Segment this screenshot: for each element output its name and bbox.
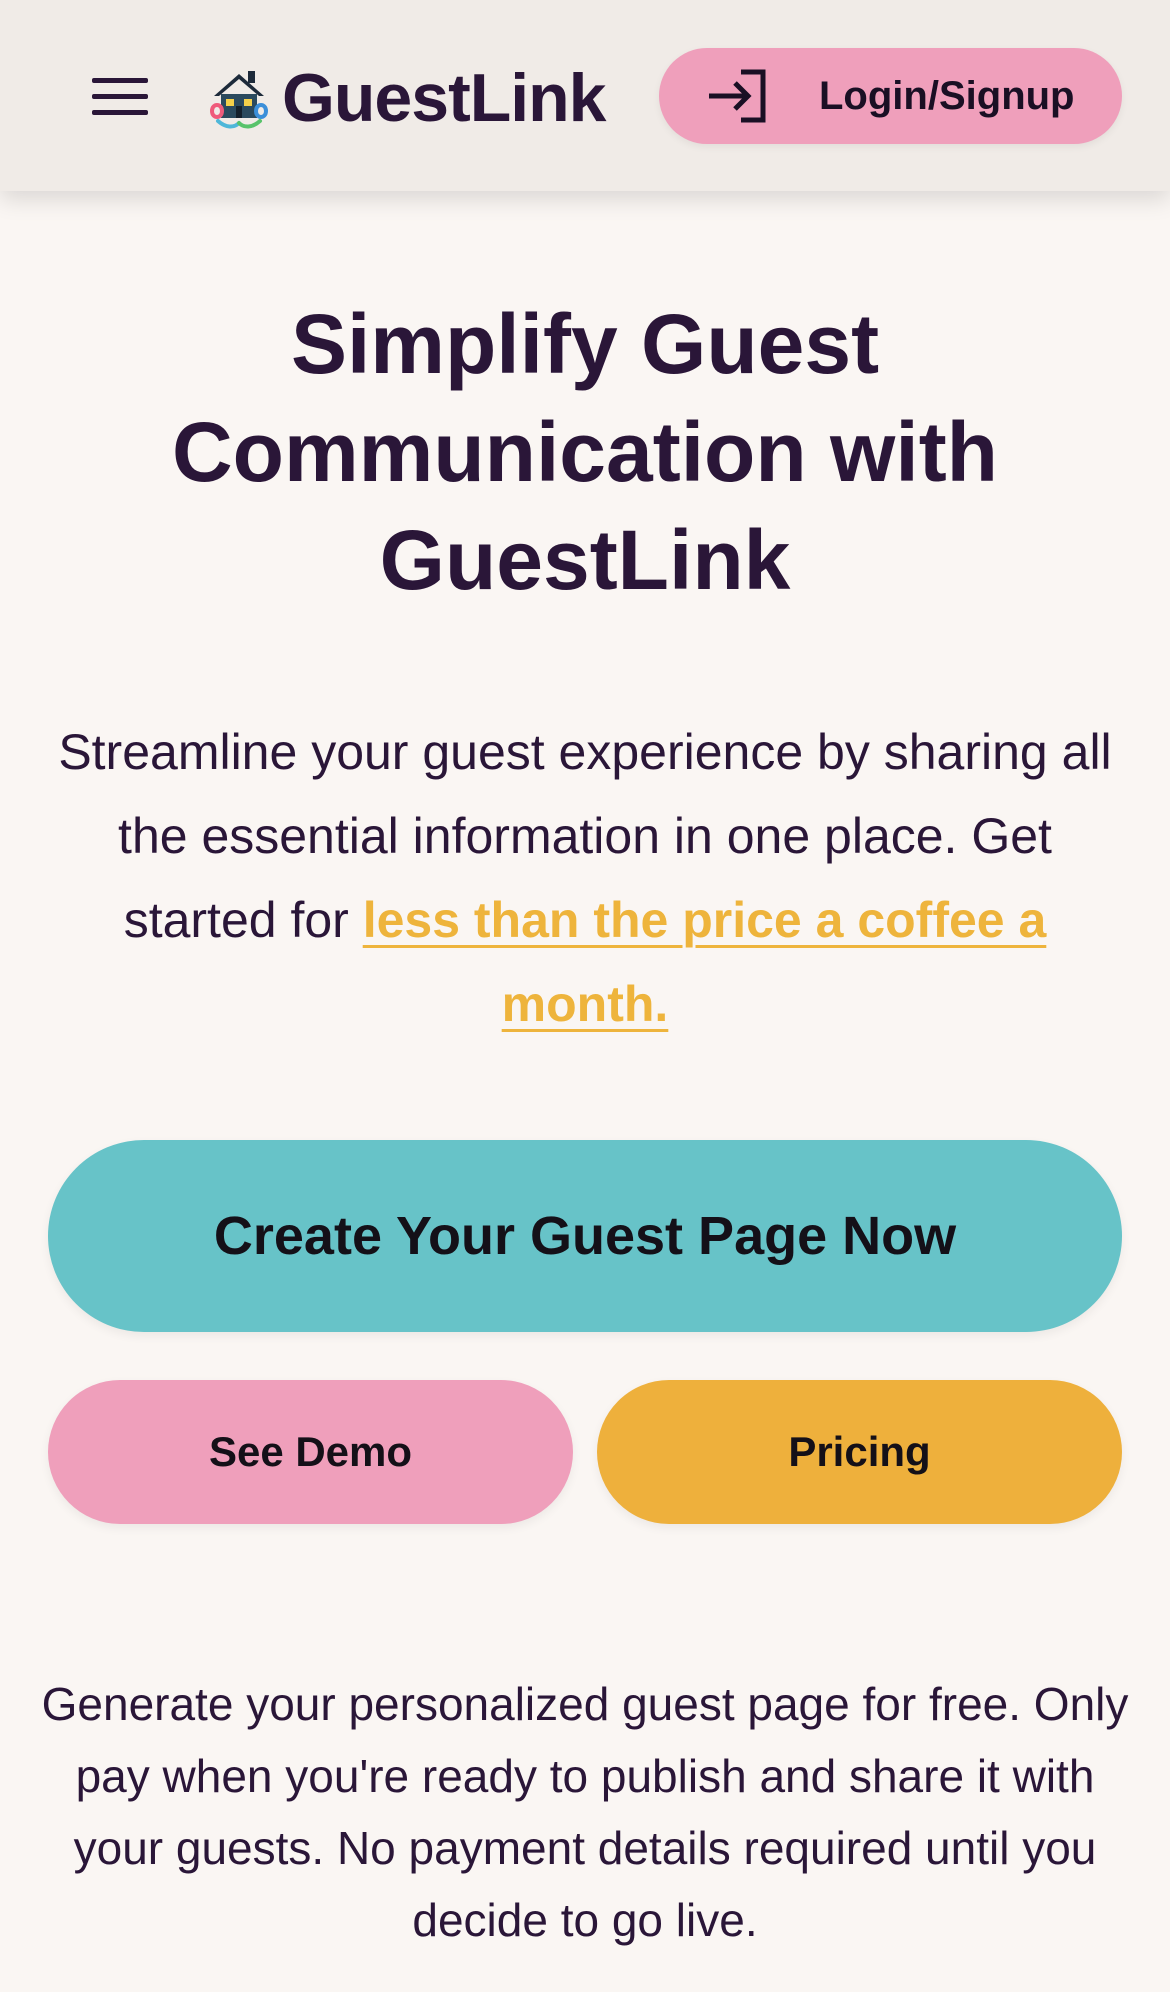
pricing-button[interactable]: Pricing [597,1380,1122,1524]
menu-line [92,77,148,83]
menu-line [92,109,148,115]
brand-logo-link[interactable]: GuestLink [206,56,606,140]
free-generation-note: Generate your personalized guest page fo… [41,1678,1129,1946]
hamburger-menu-icon[interactable] [82,64,158,128]
hero-title: Simplify Guest Communication with GuestL… [172,297,998,607]
login-signup-button[interactable]: Login/Signup [659,48,1122,144]
hero-subtitle: Streamline your guest experience by shar… [40,710,1130,1046]
login-arrow-icon [709,69,766,123]
menu-line [92,93,148,99]
house-link-logo-icon [209,71,269,129]
brand-name: GuestLink [282,60,606,136]
pricing-highlight-link[interactable]: less than the price a coffee a month. [363,892,1047,1032]
see-demo-button[interactable]: See Demo [48,1380,573,1524]
login-signup-label: Login/Signup [819,74,1075,118]
site-header: GuestLink Login/Signup [0,0,1170,191]
create-guest-page-button[interactable]: Create Your Guest Page Now [48,1140,1122,1332]
